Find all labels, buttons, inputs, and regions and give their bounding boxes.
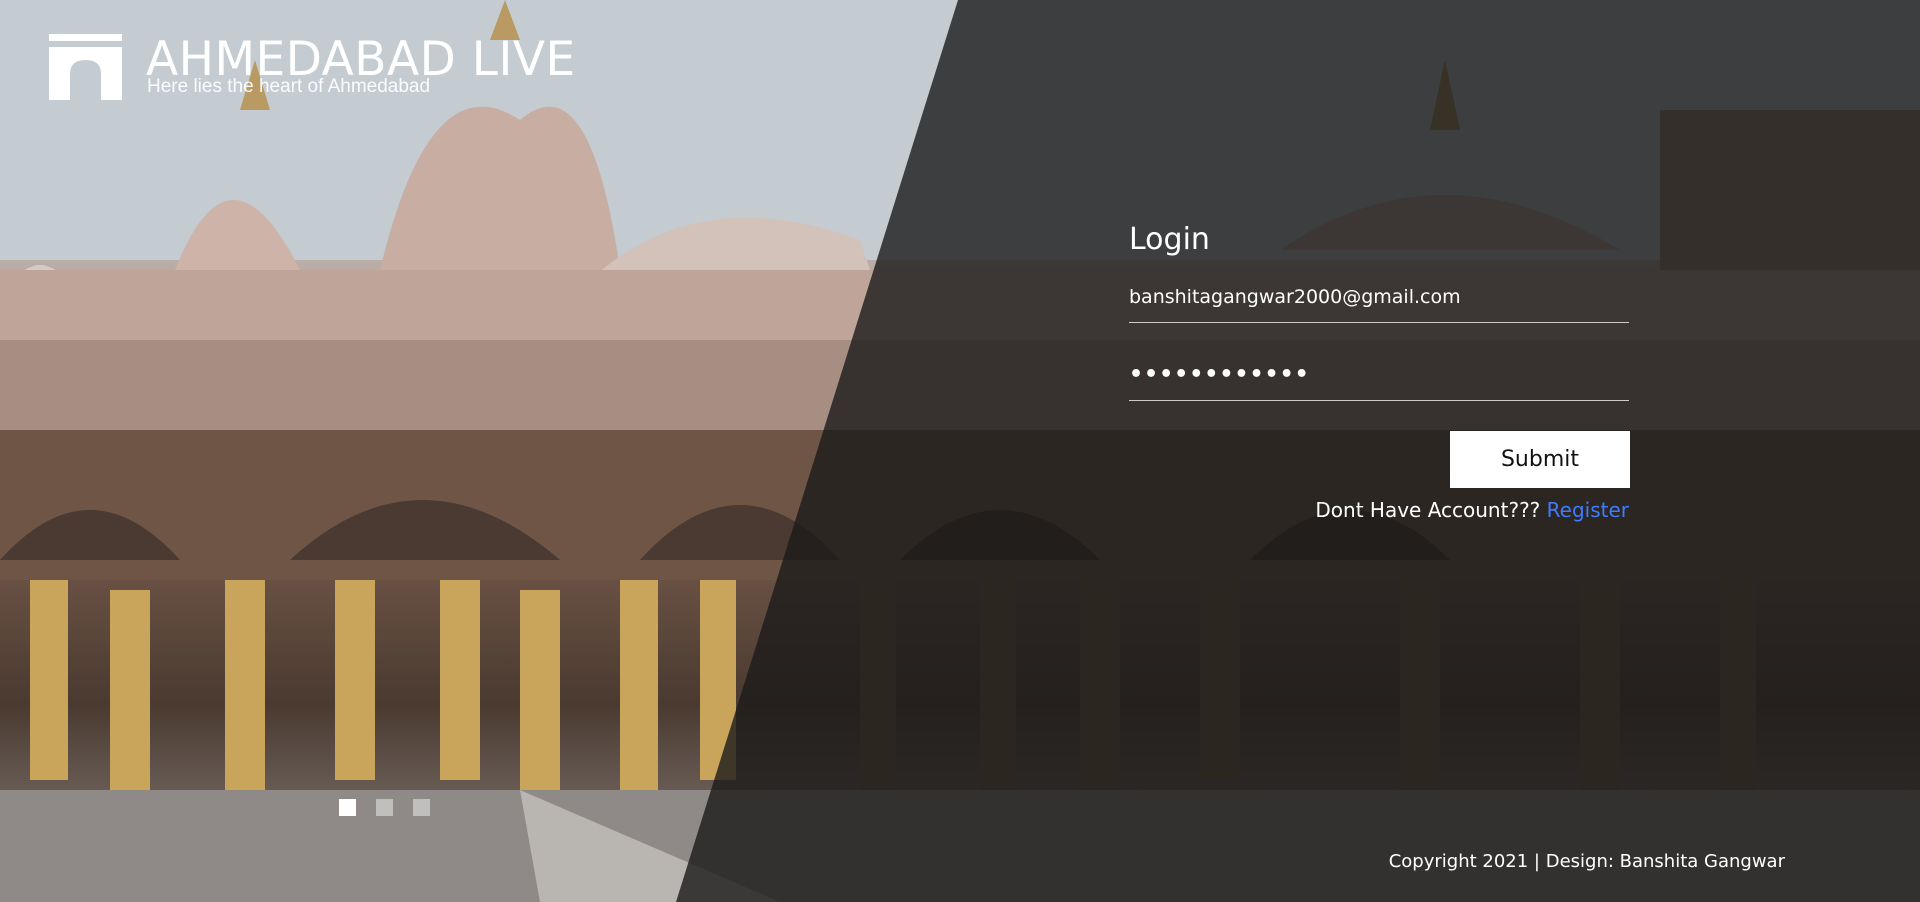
no-account-text: Dont Have Account??? — [1315, 498, 1541, 522]
password-field[interactable] — [1129, 361, 1629, 401]
copyright-text: Copyright 2021 | Design: Banshita Gangwa… — [1388, 851, 1785, 872]
email-field[interactable] — [1129, 283, 1629, 323]
submit-button[interactable]: Submit — [1450, 431, 1630, 488]
login-form: Login Submit Dont Have Account??? Regist… — [1129, 222, 1630, 522]
arch-gate-icon — [49, 34, 122, 100]
site-subtitle: Here lies the heart of Ahmedabad — [147, 76, 431, 97]
slider-dots — [339, 799, 430, 816]
login-title: Login — [1129, 222, 1210, 257]
register-prompt: Dont Have Account??? Register — [1129, 498, 1629, 522]
register-link[interactable]: Register — [1547, 498, 1629, 522]
slider-dot-2[interactable] — [376, 799, 393, 816]
slider-dot-3[interactable] — [413, 799, 430, 816]
slider-dot-1[interactable] — [339, 799, 356, 816]
